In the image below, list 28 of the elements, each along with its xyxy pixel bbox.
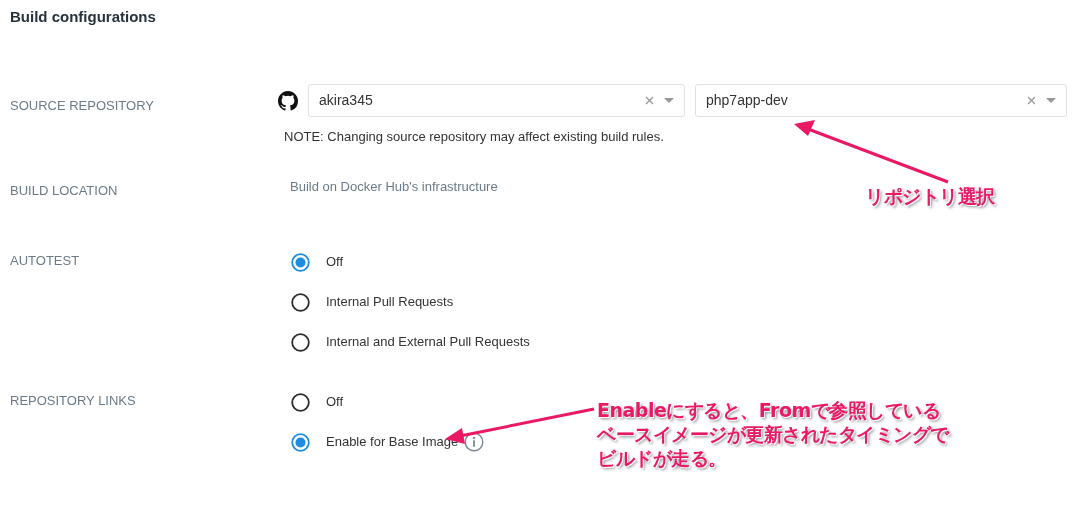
radio-button[interactable] [291, 292, 310, 312]
caret-icon [664, 98, 674, 103]
annotation-text: Enableにすると、Fromで参照している [597, 398, 941, 422]
radio-button[interactable] [291, 392, 310, 412]
section-title: Build configurations [10, 8, 157, 26]
caret-icon [1046, 98, 1056, 103]
radio-button[interactable] [291, 252, 310, 272]
radio-label[interactable]: Off [326, 252, 344, 272]
info-icon[interactable] [464, 432, 485, 452]
field-label: SOURCE REPOSITORY [10, 97, 155, 115]
clear-icon[interactable] [1027, 96, 1036, 105]
radio-label[interactable]: Internal and External Pull Requests [326, 332, 530, 352]
annotation-text: ビルドが走る。 [597, 446, 727, 470]
build-location-value: Build on Docker Hub's infrastructure [290, 177, 498, 196]
clear-icon[interactable] [645, 96, 654, 105]
field-label: BUILD LOCATION [10, 181, 119, 200]
note-text: NOTE: Changing source repository may affect existing build rules. [284, 128, 665, 146]
radio-label[interactable]: Off [326, 392, 344, 412]
annotation-text: ベースイメージが更新されたタイミングで [597, 422, 949, 446]
radio-button[interactable] [291, 332, 310, 352]
field-label: REPOSITORY LINKS [10, 392, 137, 410]
radio-label[interactable]: Enable for Base Image [326, 432, 459, 452]
radio-label[interactable]: Internal Pull Requests [326, 292, 454, 312]
repository-select[interactable]: php7app-dev [695, 84, 1067, 117]
radio-button[interactable] [291, 432, 310, 452]
field-label: AUTOTEST [10, 252, 81, 270]
repository-select[interactable]: akira345 [308, 84, 685, 117]
annotation-text: リポジトリ選択 [865, 184, 995, 208]
